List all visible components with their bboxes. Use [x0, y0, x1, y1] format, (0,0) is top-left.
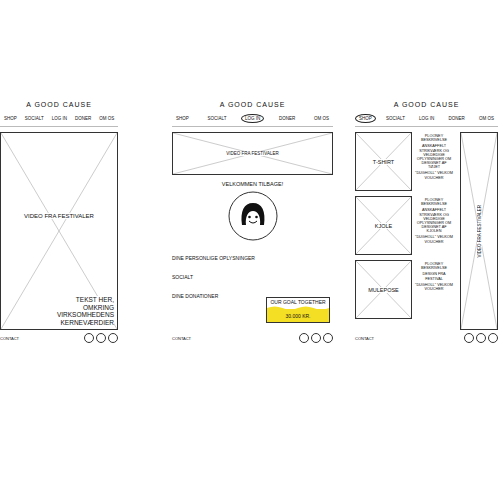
nav-item[interactable]: SHOP — [0, 114, 21, 123]
description-line: PLOONEY BESKRIVELSE — [415, 262, 453, 270]
footer: CONTACT — [172, 333, 333, 343]
description-line: "DUGHOLL" VELKOM VOUCHER — [415, 235, 453, 243]
footer: CONTACT — [355, 333, 498, 343]
nav-item[interactable]: DONER — [71, 114, 95, 123]
video-placeholder[interactable]: VIDEO FRA FESTIVALER TEKST HER, OMKRING V… — [0, 132, 118, 330]
product-image[interactable]: KJOLE — [355, 196, 412, 255]
footer: CONTACT — [0, 333, 118, 343]
product-description: PLOONEY BESKRIVELSE DESIGN FRA FESTIVAL "D… — [415, 260, 453, 319]
site-title[interactable]: A GOOD CAUSE — [355, 101, 498, 108]
welcome-heading: VELKOMMEN TILBAGE! — [172, 181, 333, 187]
nav-item[interactable]: DONER — [275, 114, 299, 123]
video-placeholder[interactable]: VIDEO FRA FESTIVALER — [460, 132, 498, 330]
wireframe-board: A GOOD CAUSESHOPSOCIALTLOG INDONEROM OSV… — [0, 0, 500, 343]
shop-wireframe: A GOOD CAUSE SHOP SOCIALT LOG IN DONER OM OS T… — [355, 101, 498, 343]
description-line: DESIGN FRA FESTIVAL — [415, 272, 453, 280]
social-circle-icon[interactable] — [476, 333, 486, 343]
home-body: VIDEO FRA FESTIVALER TEKST HER, OMKRING V… — [0, 132, 118, 330]
social-circle-icon[interactable] — [299, 333, 309, 343]
nav-bar: SHOP SOCIALT LOG IN DONER OM OS — [355, 114, 498, 127]
nav-item[interactable]: SOCIALT — [203, 114, 230, 123]
nav-bar: SHOPSOCIALTLOG INDONEROM OS — [0, 114, 118, 127]
site-title[interactable]: A GOOD CAUSE — [172, 101, 333, 108]
product-name: MULEPOSE — [367, 287, 400, 293]
social-circle-icon[interactable] — [311, 333, 321, 343]
contact-link[interactable]: CONTACT — [172, 336, 191, 341]
goal-band: 30.000 KR. — [267, 309, 329, 322]
profile-wireframe: A GOOD CAUSE SHOP SOCIALT LOG IN DONER OM OS V… — [172, 101, 333, 343]
social-circle-icon[interactable] — [108, 333, 118, 343]
nav-item[interactable]: LOG IN — [48, 114, 71, 123]
product-row[interactable]: T-SHIRT PLOONEY BESKRIVELSE ANSKAFFELT STR… — [355, 132, 453, 191]
social-links — [299, 333, 333, 343]
goal-label: OUR GOAL TOGETHER — [267, 298, 329, 306]
social-circle-icon[interactable] — [84, 333, 94, 343]
description-line: "DUGHOLL" VELKOM VOUCHER — [415, 171, 453, 179]
home-wireframe: A GOOD CAUSE SHOPSOCIALTLOG INDONEROM OS V… — [0, 101, 118, 343]
social-circle-icon[interactable] — [323, 333, 333, 343]
avatar-icon[interactable] — [228, 191, 278, 241]
nav-item[interactable]: LOG IN — [241, 114, 264, 123]
description-line: ANSKAFFELT STRIKVÆRK OG VELDEDIGE OPLYSN… — [415, 208, 453, 233]
contact-link[interactable]: CONTACT — [0, 336, 19, 341]
nav-bar: SHOP SOCIALT LOG IN DONER OM OS — [172, 114, 333, 127]
description-line: "DUGHOLL" VELKOM VOUCHER — [415, 283, 453, 291]
nav-item[interactable]: OM OS — [95, 114, 118, 123]
video-label: VIDEO FRA FESTIVALER — [23, 213, 95, 219]
description-line: PLOONEY BESKRIVELSE — [415, 134, 453, 142]
product-image[interactable]: T-SHIRT — [355, 132, 412, 191]
description-line: PLOONEY BESKRIVELSE — [415, 198, 453, 206]
goal-amount: 30.000 KR. — [285, 313, 310, 319]
profile-link[interactable]: SOCIALT — [172, 274, 255, 280]
profile-links: DINE PERSONLIGE OPLYSNINGER SOCIALT DINE D… — [172, 255, 255, 323]
product-row[interactable]: KJOLE PLOONEY BESKRIVELSE ANSKAFFELT STRIK… — [355, 196, 453, 255]
video-label: VIDEO FRA FESTIVALER — [477, 205, 482, 257]
nav-item[interactable]: SOCIALT — [382, 114, 409, 123]
contact-link[interactable]: CONTACT — [355, 336, 374, 341]
video-label: VIDEO FRA FESTIVALER — [225, 151, 279, 156]
values-caption: TEKST HER, OMKRING VIRKSOMHEDENS KERNEVÆ… — [46, 296, 114, 326]
goal-card: OUR GOAL TOGETHER 30.000 KR. — [266, 297, 330, 324]
social-links — [464, 333, 498, 343]
shop-body: T-SHIRT PLOONEY BESKRIVELSE ANSKAFFELT STR… — [355, 132, 498, 330]
product-name: T-SHIRT — [372, 159, 395, 165]
profile-link[interactable]: DINE PERSONLIGE OPLYSNINGER — [172, 255, 255, 261]
nav-item[interactable]: OM OS — [310, 114, 333, 123]
social-circle-icon[interactable] — [488, 333, 498, 343]
wave-icon — [267, 305, 329, 310]
product-description: PLOONEY BESKRIVELSE ANSKAFFELT STRIKVÆRK … — [415, 132, 453, 191]
nav-item[interactable]: SHOP — [355, 114, 376, 123]
product-name: KJOLE — [374, 223, 393, 229]
product-description: PLOONEY BESKRIVELSE ANSKAFFELT STRIKVÆRK … — [415, 196, 453, 255]
site-title[interactable]: A GOOD CAUSE — [0, 101, 118, 108]
nav-item[interactable]: SOCIALT — [21, 114, 48, 123]
nav-item[interactable]: SHOP — [172, 114, 193, 123]
social-links — [84, 333, 118, 343]
profile-body: VIDEO FRA FESTIVALER VELKOMMEN TILBAGE! DI… — [172, 132, 333, 330]
nav-item[interactable]: LOG IN — [415, 114, 438, 123]
description-line: ANSKAFFELT STRIKVÆRK OG VELDEDIGE OPLYSN… — [415, 144, 453, 169]
social-circle-icon[interactable] — [96, 333, 106, 343]
product-list: T-SHIRT PLOONEY BESKRIVELSE ANSKAFFELT STR… — [355, 132, 453, 330]
social-circle-icon[interactable] — [464, 333, 474, 343]
product-row[interactable]: MULEPOSE PLOONEY BESKRIVELSE DESIGN FRA FE… — [355, 260, 453, 319]
nav-item[interactable]: DONER — [445, 114, 469, 123]
video-placeholder[interactable]: VIDEO FRA FESTIVALER — [172, 132, 333, 175]
product-image[interactable]: MULEPOSE — [355, 260, 412, 319]
nav-item[interactable]: OM OS — [475, 114, 498, 123]
profile-link[interactable]: DINE DONATIONER — [172, 293, 255, 299]
